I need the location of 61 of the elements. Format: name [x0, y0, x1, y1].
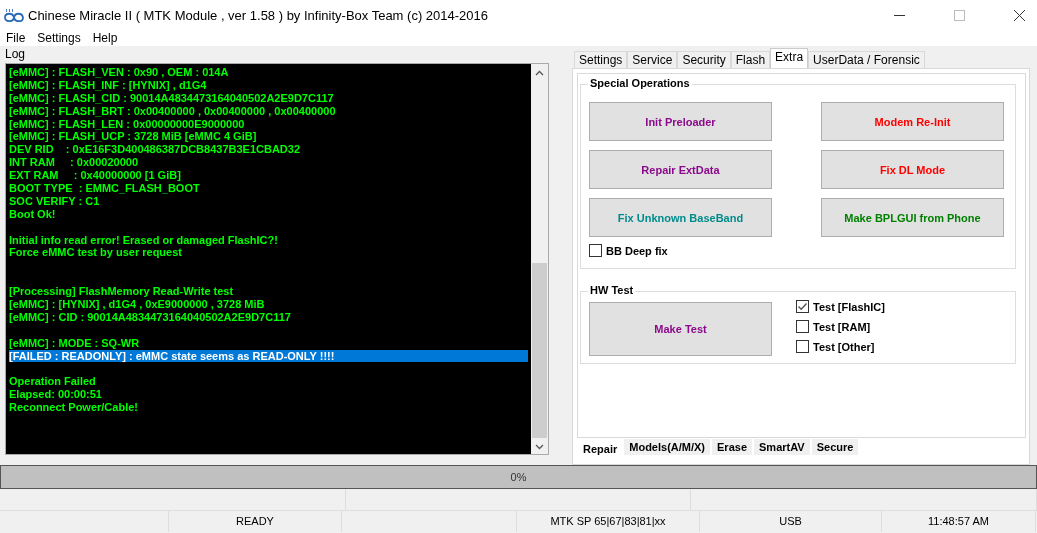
- tab[interactable]: Models(A/M/X): [623, 438, 712, 456]
- log-line: BOOT TYPE : EMMC_FLASH_BOOT: [9, 182, 201, 195]
- tab[interactable]: Secure: [810, 438, 860, 456]
- close-icon[interactable]: [1014, 9, 1025, 21]
- log-line: EXT RAM : 0x40000000 [1 GiB]: [9, 169, 182, 182]
- menu-item[interactable]: Help: [86, 31, 124, 45]
- log-line: Reconnect Power/Cable!: [9, 401, 139, 415]
- menu-item[interactable]: File: [0, 31, 32, 45]
- log-line: [eMMC] : MODE : SQ-WR: [9, 336, 141, 350]
- tab[interactable]: Service: [627, 51, 678, 68]
- group-title: HW Test: [588, 284, 636, 296]
- tab[interactable]: SmartAV: [753, 438, 811, 456]
- menu-item[interactable]: Settings: [31, 31, 87, 45]
- tab[interactable]: UserData / Forensic: [808, 51, 925, 68]
- status-text: 11:48:57 AM: [882, 511, 1036, 532]
- tab[interactable]: Security: [677, 51, 731, 68]
- tab[interactable]: Flash: [730, 51, 771, 68]
- log-line: [eMMC] : FLASH_CID : 90014A4834473164040502A2E9D7C117: [9, 91, 335, 105]
- checkbox[interactable]: [796, 340, 809, 353]
- status-text: MTK SP 65|67|83|81|xx: [517, 511, 700, 532]
- log-line: Boot Ok!: [9, 207, 57, 221]
- log-line: Elapsed: 00:00:51: [9, 388, 103, 402]
- status-text: READY: [169, 511, 342, 532]
- log-line: [eMMC] : FLASH_BRT : 0x00400000 , 0x00400000 , 0x00400000: [9, 104, 337, 118]
- log-line: [eMMC] : FLASH_LEN : 0x00000000E9000000: [9, 117, 246, 131]
- log-title: Log: [5, 48, 27, 61]
- progress-text: 0%: [510, 471, 527, 483]
- make-test-button[interactable]: Make Test: [589, 302, 772, 356]
- log-line: SOC VERIFY : C1: [9, 194, 101, 208]
- operation-button[interactable]: Repair ExtData: [589, 150, 772, 189]
- log-line: [eMMC] : FLASH_INF : [HYNIX] , d1G4: [9, 78, 208, 92]
- operation-button[interactable]: Make BPLGUI from Phone: [821, 198, 1004, 237]
- tab[interactable]: Extra: [770, 48, 809, 68]
- log-line: [eMMC] : FLASH_VEN : 0x90 , OEM : 014A: [9, 66, 230, 79]
- checkbox-label: BB Deep fix: [606, 244, 668, 257]
- tab[interactable]: Erase: [711, 438, 753, 456]
- log-line: [eMMC] : CID : 90014A4834473164040502A2E9D7C117: [9, 310, 292, 324]
- checkbox[interactable]: [796, 320, 809, 333]
- checkbox[interactable]: [796, 300, 809, 313]
- log-line: DEV RID : 0xE16F3D400486387DCB8437B3E1CBAD32: [9, 143, 302, 157]
- window-title: Chinese Miracle II ( MTK Module , ver 1.58 ) by Infinity-Box Team (c) 2014-2016: [28, 7, 489, 23]
- log-line: [eMMC] : [HYNIX] , d1G4 , 0xE9000000 , 3728 MiB: [9, 298, 266, 311]
- scrollbar[interactable]: [531, 64, 548, 454]
- app-logo-icon: [4, 8, 24, 22]
- tab[interactable]: Settings: [574, 51, 628, 68]
- log-line: INT RAM : 0x00020000: [9, 156, 139, 170]
- scrollbar-thumb[interactable]: [532, 263, 547, 438]
- scroll-down-icon[interactable]: [535, 444, 544, 450]
- log-line: Initial info read error! Erased or damaged FlashIC?!: [9, 233, 279, 247]
- scroll-up-icon[interactable]: [535, 70, 544, 76]
- checkbox-label: Test [RAM]: [813, 320, 871, 333]
- group-title: Special Operations: [588, 77, 692, 89]
- checkbox-label: Test [FlashIC]: [813, 300, 885, 313]
- checkbox-label: Test [Other]: [813, 340, 875, 353]
- checkbox[interactable]: [589, 244, 602, 257]
- operation-button[interactable]: Init Preloader: [589, 102, 772, 141]
- log-line: [eMMC] : FLASH_UCP : 3728 MiB [eMMC 4 GiB]: [9, 130, 258, 144]
- log-line: Force eMMC test by user request: [9, 246, 183, 260]
- status-text: USB: [700, 511, 882, 532]
- log-line: [Processing] FlashMemory Read-Write test: [9, 285, 235, 299]
- log-line: Operation Failed: [9, 375, 97, 389]
